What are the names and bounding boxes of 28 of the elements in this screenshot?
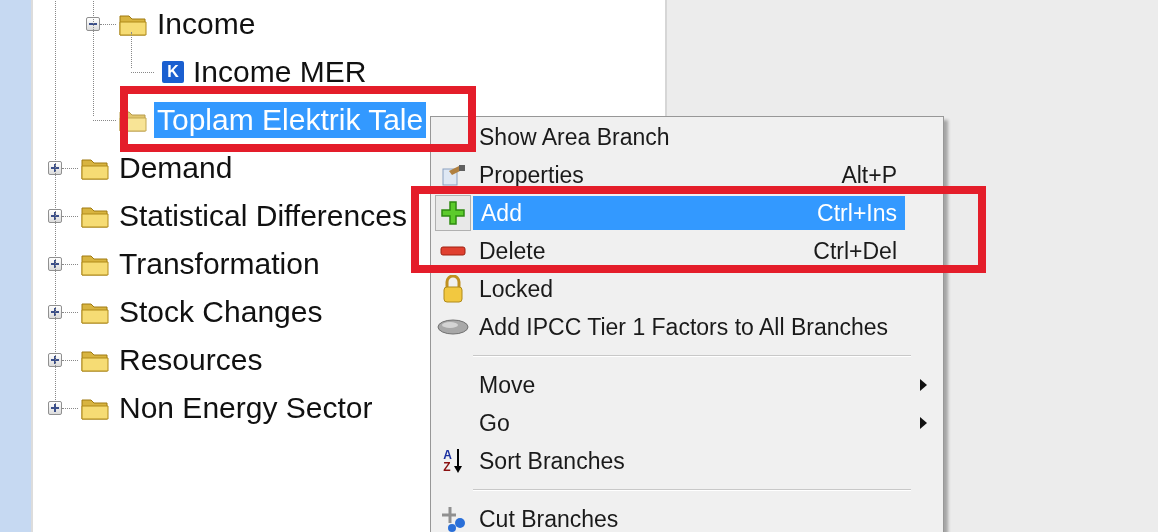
menu-item[interactable]: Locked bbox=[433, 270, 941, 308]
expand-icon[interactable] bbox=[48, 401, 62, 415]
expand-icon[interactable] bbox=[48, 209, 62, 223]
tree-item[interactable]: Resources bbox=[116, 342, 266, 378]
menu-item[interactable]: Add IPCC Tier 1 Factors to All Branches bbox=[433, 308, 941, 346]
tree-item[interactable]: Transformation bbox=[116, 246, 323, 282]
tree-item[interactable]: Demand bbox=[116, 150, 236, 186]
menu-item[interactable]: Cut Branches bbox=[433, 500, 941, 532]
properties-icon bbox=[439, 163, 467, 187]
tree-item[interactable]: Stock Changes bbox=[116, 294, 326, 330]
expand-icon[interactable] bbox=[48, 305, 62, 319]
tree-item[interactable]: Non Energy Sector bbox=[116, 390, 376, 426]
tree-item[interactable]: Income MER bbox=[190, 54, 370, 90]
collapse-icon[interactable] bbox=[86, 17, 100, 31]
menu-item[interactable]: A Z Sort Branches bbox=[433, 442, 941, 480]
plus-icon bbox=[440, 200, 466, 226]
menu-item[interactable]: Move bbox=[433, 366, 941, 404]
variable-icon: K bbox=[162, 61, 184, 83]
tree-item[interactable]: Income bbox=[154, 6, 259, 42]
lock-icon bbox=[442, 275, 464, 303]
expand-icon[interactable] bbox=[48, 161, 62, 175]
expand-icon[interactable] bbox=[48, 257, 62, 271]
expand-icon[interactable] bbox=[48, 353, 62, 367]
ellipse-icon bbox=[437, 319, 469, 335]
minus-icon bbox=[440, 246, 466, 256]
menu-item[interactable]: Show Area Branch bbox=[433, 118, 941, 156]
menu-item[interactable]: Go bbox=[433, 404, 941, 442]
tree-item[interactable]: Statistical Differences bbox=[116, 198, 410, 234]
